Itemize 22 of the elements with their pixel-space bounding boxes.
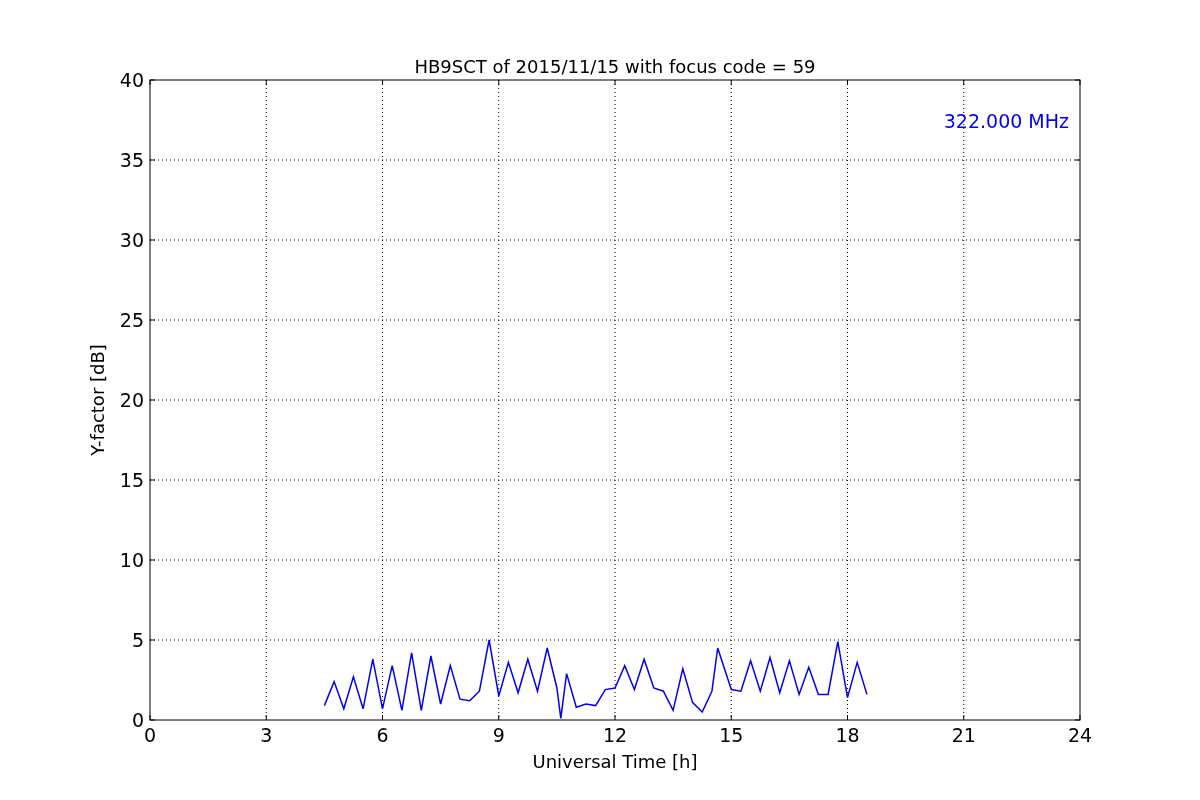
y-tick-label: 20	[119, 389, 144, 411]
frequency-label: 322.000 MHz	[943, 110, 1069, 132]
x-tick-label: 0	[143, 724, 157, 746]
y-tick-label: 35	[119, 149, 144, 171]
y-axis-label: Y-factor [dB]	[87, 344, 108, 456]
x-tick-label: 3	[260, 724, 273, 746]
x-tick-label: 18	[835, 724, 860, 746]
y-tick-label: 25	[119, 309, 144, 331]
chart-title: HB9SCT of 2015/11/15 with focus code = 59	[414, 56, 816, 77]
y-tick-label: 10	[119, 549, 144, 571]
y-tick-label: 15	[119, 469, 144, 491]
x-tick-label: 9	[492, 724, 505, 746]
x-axis-label: Universal Time [h]	[532, 751, 698, 772]
x-tick-label: 15	[719, 724, 744, 746]
x-tick-label: 24	[1067, 724, 1093, 746]
x-tick-label: 12	[602, 724, 628, 746]
y-tick-label: 5	[131, 629, 144, 651]
x-tick-label: 6	[376, 724, 389, 746]
y-tick-label: 30	[119, 229, 144, 251]
x-tick-label: 21	[951, 724, 976, 746]
y-tick-label: 0	[131, 709, 144, 731]
y-tick-label: 40	[119, 69, 144, 91]
